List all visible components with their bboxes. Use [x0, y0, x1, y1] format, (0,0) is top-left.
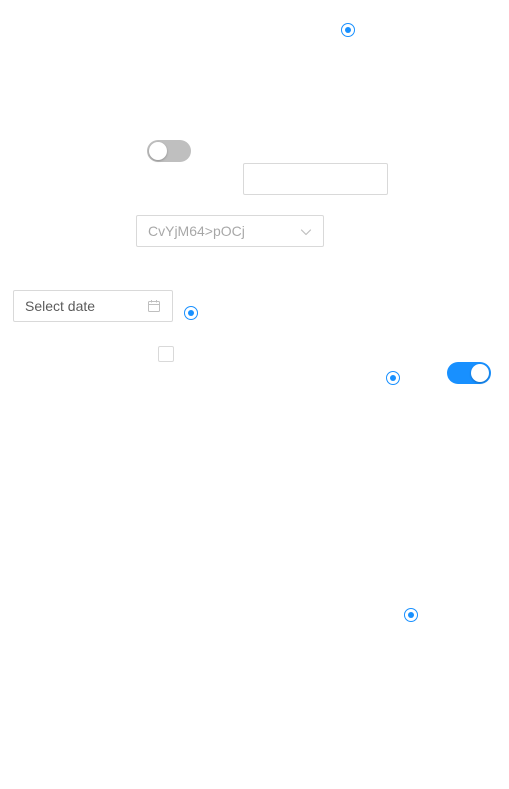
text-input[interactable] — [243, 163, 388, 195]
chevron-down-icon — [300, 229, 312, 236]
radio-dot — [188, 310, 194, 316]
switch-knob — [471, 364, 489, 382]
date-picker[interactable]: Select date — [13, 290, 173, 322]
radio-dot — [345, 27, 351, 33]
date-placeholder: Select date — [25, 298, 96, 314]
radio-button-2[interactable] — [184, 306, 198, 320]
radio-button-4[interactable] — [404, 608, 418, 622]
checkbox[interactable] — [158, 346, 174, 362]
radio-button-3[interactable] — [386, 371, 400, 385]
switch-knob — [149, 142, 167, 160]
radio-button-1[interactable] — [341, 23, 355, 37]
toggle-switch-on[interactable] — [447, 362, 491, 384]
select-selected-value: CvYjM64>pOCj — [148, 223, 245, 239]
select-dropdown[interactable]: CvYjM64>pOCj — [136, 215, 324, 247]
radio-dot — [408, 612, 414, 618]
calendar-icon — [148, 300, 160, 312]
radio-dot — [390, 375, 396, 381]
toggle-switch-off[interactable] — [147, 140, 191, 162]
